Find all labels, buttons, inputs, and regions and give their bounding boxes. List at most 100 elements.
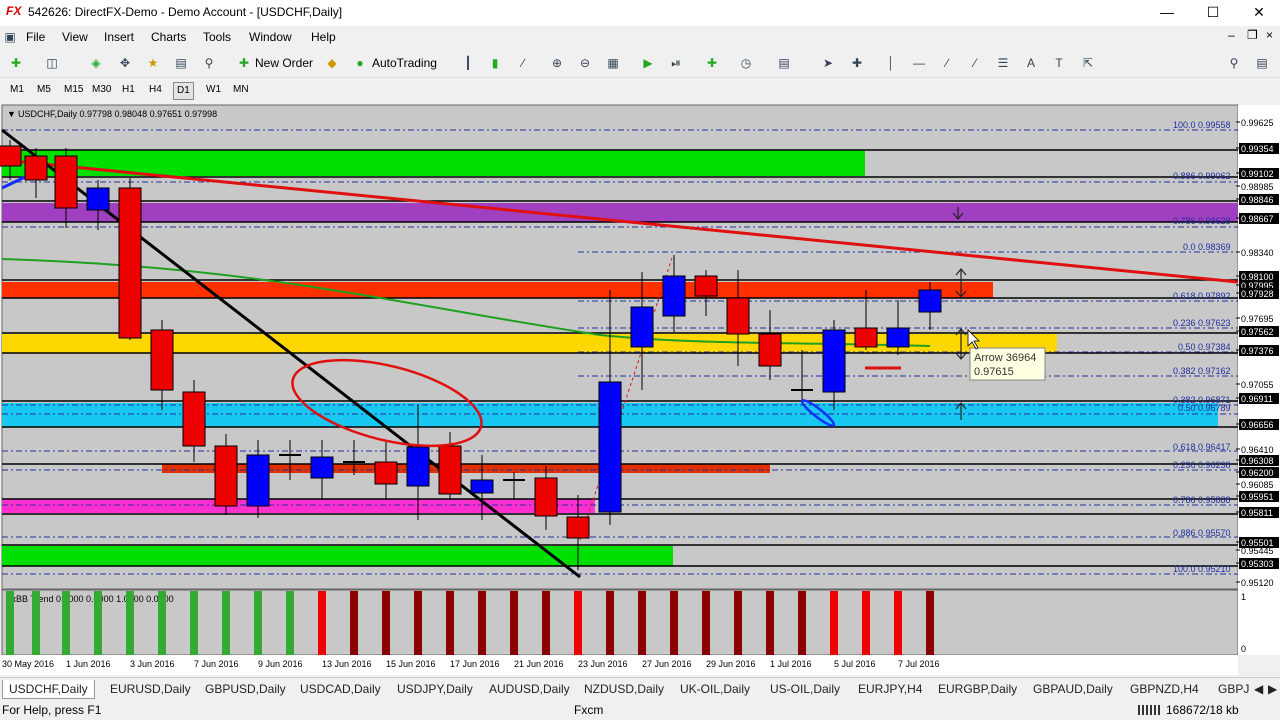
vertical-line-icon[interactable]: │ bbox=[883, 55, 899, 71]
price-axis-label: 0.97562 bbox=[1241, 327, 1274, 337]
doc-minimize-button[interactable]: – bbox=[1228, 28, 1235, 42]
tab-eurusd-daily[interactable]: EURUSD,Daily bbox=[104, 680, 197, 698]
timeframe-h1[interactable]: H1 bbox=[119, 82, 138, 98]
auto-scroll-icon[interactable]: ▶ bbox=[640, 55, 656, 71]
candle-body bbox=[726, 297, 750, 335]
price-axis-label: 0.96308 bbox=[1241, 456, 1274, 466]
chat-icon[interactable]: ▤ bbox=[1254, 55, 1270, 71]
doc-restore-button[interactable]: ❐ bbox=[1247, 28, 1258, 42]
terminal-icon[interactable]: ▤ bbox=[173, 55, 189, 71]
tab-usdcad-daily[interactable]: USDCAD,Daily bbox=[294, 680, 387, 698]
candle-body bbox=[438, 445, 462, 495]
chart-window[interactable]: 100.0 0.99558 0.886 0.99062 0.786 0.9862… bbox=[0, 103, 1280, 675]
channel-icon[interactable]: ⁄ bbox=[967, 55, 983, 71]
fib-label: 0.236 0.96238 bbox=[1173, 460, 1231, 470]
candle-body bbox=[54, 155, 78, 209]
menu-tools[interactable]: Tools bbox=[203, 30, 231, 44]
tab-audusd-daily[interactable]: AUDUSD,Daily bbox=[483, 680, 576, 698]
fib-label: 0.236 0.97623 bbox=[1173, 318, 1231, 328]
histogram-bar bbox=[286, 591, 294, 655]
tab-usdjpy-daily[interactable]: USDJPY,Daily bbox=[391, 680, 479, 698]
candlestick-icon[interactable]: ▮ bbox=[487, 55, 503, 71]
timeframe-m15[interactable]: M15 bbox=[61, 82, 86, 98]
navigator-icon[interactable]: ★ bbox=[145, 55, 161, 71]
menu-window[interactable]: Window bbox=[249, 30, 292, 44]
tab-us-oil-daily[interactable]: US-OIL,Daily bbox=[764, 680, 846, 698]
new-chart-icon[interactable]: ✚ bbox=[8, 55, 24, 71]
tab-usdchf-daily[interactable]: USDCHF,Daily bbox=[2, 680, 95, 699]
histogram-bar bbox=[862, 591, 870, 655]
profile-status-text: Fxcm bbox=[574, 703, 604, 717]
tab-eurjpy-h4[interactable]: EURJPY,H4 bbox=[852, 680, 928, 698]
price-axis-label: 0.97376 bbox=[1241, 346, 1274, 356]
date-axis-label: 17 Jun 2016 bbox=[450, 659, 500, 669]
autotrading-button[interactable]: AutoTrading bbox=[372, 53, 437, 73]
menu-insert[interactable]: Insert bbox=[104, 30, 134, 44]
histogram-bar bbox=[158, 591, 166, 655]
menu-view[interactable]: View bbox=[62, 30, 88, 44]
doc-close-button[interactable]: × bbox=[1266, 28, 1273, 42]
periods-icon[interactable]: ◷ bbox=[738, 55, 754, 71]
close-button[interactable]: ✕ bbox=[1236, 0, 1280, 26]
price-axis-label: 0.96656 bbox=[1241, 420, 1274, 430]
histogram-bar bbox=[478, 591, 486, 655]
timeframe-mn[interactable]: MN bbox=[230, 82, 252, 98]
fibonacci-icon[interactable]: ☰ bbox=[995, 55, 1011, 71]
cursor-icon[interactable]: ➤ bbox=[820, 55, 836, 71]
text-icon[interactable]: A bbox=[1023, 55, 1039, 71]
trendline-icon[interactable]: ∕ bbox=[939, 55, 955, 71]
zoom-in-icon[interactable]: ⊕ bbox=[549, 55, 565, 71]
market-watch-icon[interactable]: ◈ bbox=[88, 55, 104, 71]
chart-symbol-header: ▼ bbox=[7, 109, 16, 119]
templates-icon[interactable]: ▤ bbox=[776, 55, 792, 71]
search-icon[interactable]: ⚲ bbox=[1226, 55, 1242, 71]
price-axis-label: 0.99354 bbox=[1241, 144, 1274, 154]
date-axis-label: 15 Jun 2016 bbox=[386, 659, 436, 669]
horizontal-line-icon[interactable]: — bbox=[911, 55, 927, 71]
candle-body bbox=[24, 155, 48, 181]
tab-gbpaud-daily[interactable]: GBPAUD,Daily bbox=[1027, 680, 1119, 698]
timeframe-h4[interactable]: H4 bbox=[146, 82, 165, 98]
menu-charts[interactable]: Charts bbox=[151, 30, 186, 44]
new-order-button[interactable]: New Order bbox=[255, 53, 313, 73]
histogram-bar bbox=[702, 591, 710, 655]
tile-windows-icon[interactable]: ▦ bbox=[605, 55, 621, 71]
date-axis-label: 1 Jun 2016 bbox=[66, 659, 111, 669]
bar-chart-icon[interactable]: ┃ bbox=[460, 55, 476, 71]
chart-shift-icon[interactable]: ⏯ bbox=[668, 55, 684, 71]
price-axis-label: 0.96085 bbox=[1241, 480, 1274, 490]
tab-nzdusd-daily[interactable]: NZDUSD,Daily bbox=[578, 680, 670, 698]
histogram-bar bbox=[318, 591, 326, 655]
metaeditor-icon[interactable]: ◆ bbox=[324, 55, 340, 71]
histogram-bar bbox=[766, 591, 774, 655]
crosshair-icon[interactable]: ✚ bbox=[849, 55, 865, 71]
data-window-icon[interactable]: ✥ bbox=[117, 55, 133, 71]
tab-gbpusd-daily[interactable]: GBPUSD,Daily bbox=[199, 680, 292, 698]
timeframe-m1[interactable]: M1 bbox=[7, 82, 27, 98]
zoom-out-icon[interactable]: ⊖ bbox=[577, 55, 593, 71]
tab-gbpnzd-h4[interactable]: GBPNZD,H4 bbox=[1124, 680, 1205, 698]
menu-file[interactable]: File bbox=[26, 30, 45, 44]
tab-uk-oil-daily[interactable]: UK-OIL,Daily bbox=[674, 680, 756, 698]
text-label-icon[interactable]: T bbox=[1051, 55, 1067, 71]
menu-help[interactable]: Help bbox=[311, 30, 336, 44]
histogram-bar bbox=[190, 591, 198, 655]
candle-body bbox=[310, 456, 334, 479]
timeframe-m5[interactable]: M5 bbox=[34, 82, 54, 98]
strategy-tester-icon[interactable]: ⚲ bbox=[201, 55, 217, 71]
timeframe-w1[interactable]: W1 bbox=[203, 82, 224, 98]
tab-scroll-right-icon[interactable]: ▶ bbox=[1262, 680, 1280, 698]
line-chart-icon[interactable]: ∕ bbox=[515, 55, 531, 71]
timeframe-m30[interactable]: M30 bbox=[89, 82, 114, 98]
minimize-button[interactable]: — bbox=[1144, 0, 1190, 26]
maximize-button[interactable]: ☐ bbox=[1190, 0, 1236, 26]
price-axis-label: 0.96911 bbox=[1241, 394, 1273, 404]
profiles-icon[interactable]: ◫ bbox=[44, 55, 60, 71]
arrows-icon[interactable]: ⇱ bbox=[1080, 55, 1096, 71]
tab-eurgbp-daily[interactable]: EURGBP,Daily bbox=[932, 680, 1023, 698]
connection-bars-icon bbox=[1138, 705, 1160, 715]
indicators-icon[interactable]: ✚ bbox=[704, 55, 720, 71]
indicator-pane[interactable] bbox=[1, 589, 1239, 656]
timeframe-d1[interactable]: D1 bbox=[173, 82, 194, 100]
date-axis-label: 30 May 2016 bbox=[2, 659, 54, 669]
